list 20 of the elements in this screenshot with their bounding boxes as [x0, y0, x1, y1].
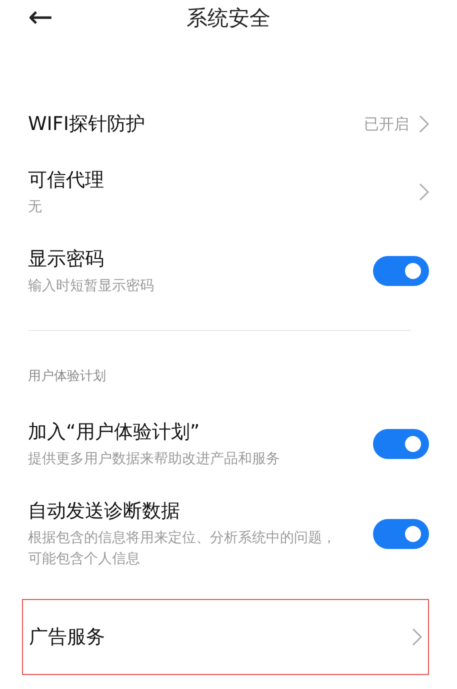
setting-description: 无: [28, 198, 43, 216]
chevron-icon: [412, 628, 422, 646]
chevron-icon: [419, 183, 429, 201]
setting-description: 根据包含的信息将用来定位、分析系统中的问题，可能包含个人信息: [28, 529, 337, 569]
back-button[interactable]: ←: [28, 3, 54, 33]
setting-title: WIFI探针防护: [28, 112, 146, 137]
chevron-icon: [419, 115, 429, 133]
section-header: 用户体验计划: [27, 368, 107, 386]
setting-title: 自动发送诊断数据: [28, 499, 181, 524]
setting-title: 显示密码: [28, 246, 105, 272]
setting-title: 加入“用户体验计划”: [28, 420, 201, 444]
toggle-switch[interactable]: [373, 429, 429, 459]
toggle-switch[interactable]: [373, 519, 429, 549]
setting-value: 已开启: [364, 114, 409, 134]
setting-title: 可信代理: [28, 168, 105, 192]
setting-title: 广告服务: [29, 625, 106, 650]
toggle-switch[interactable]: [373, 256, 429, 286]
setting-description: 提供更多用户数据来帮助改进产品和服务: [28, 450, 281, 468]
setting-description: 输入时短暂显示密码: [28, 276, 155, 296]
page-title: 系统安全: [186, 5, 270, 32]
